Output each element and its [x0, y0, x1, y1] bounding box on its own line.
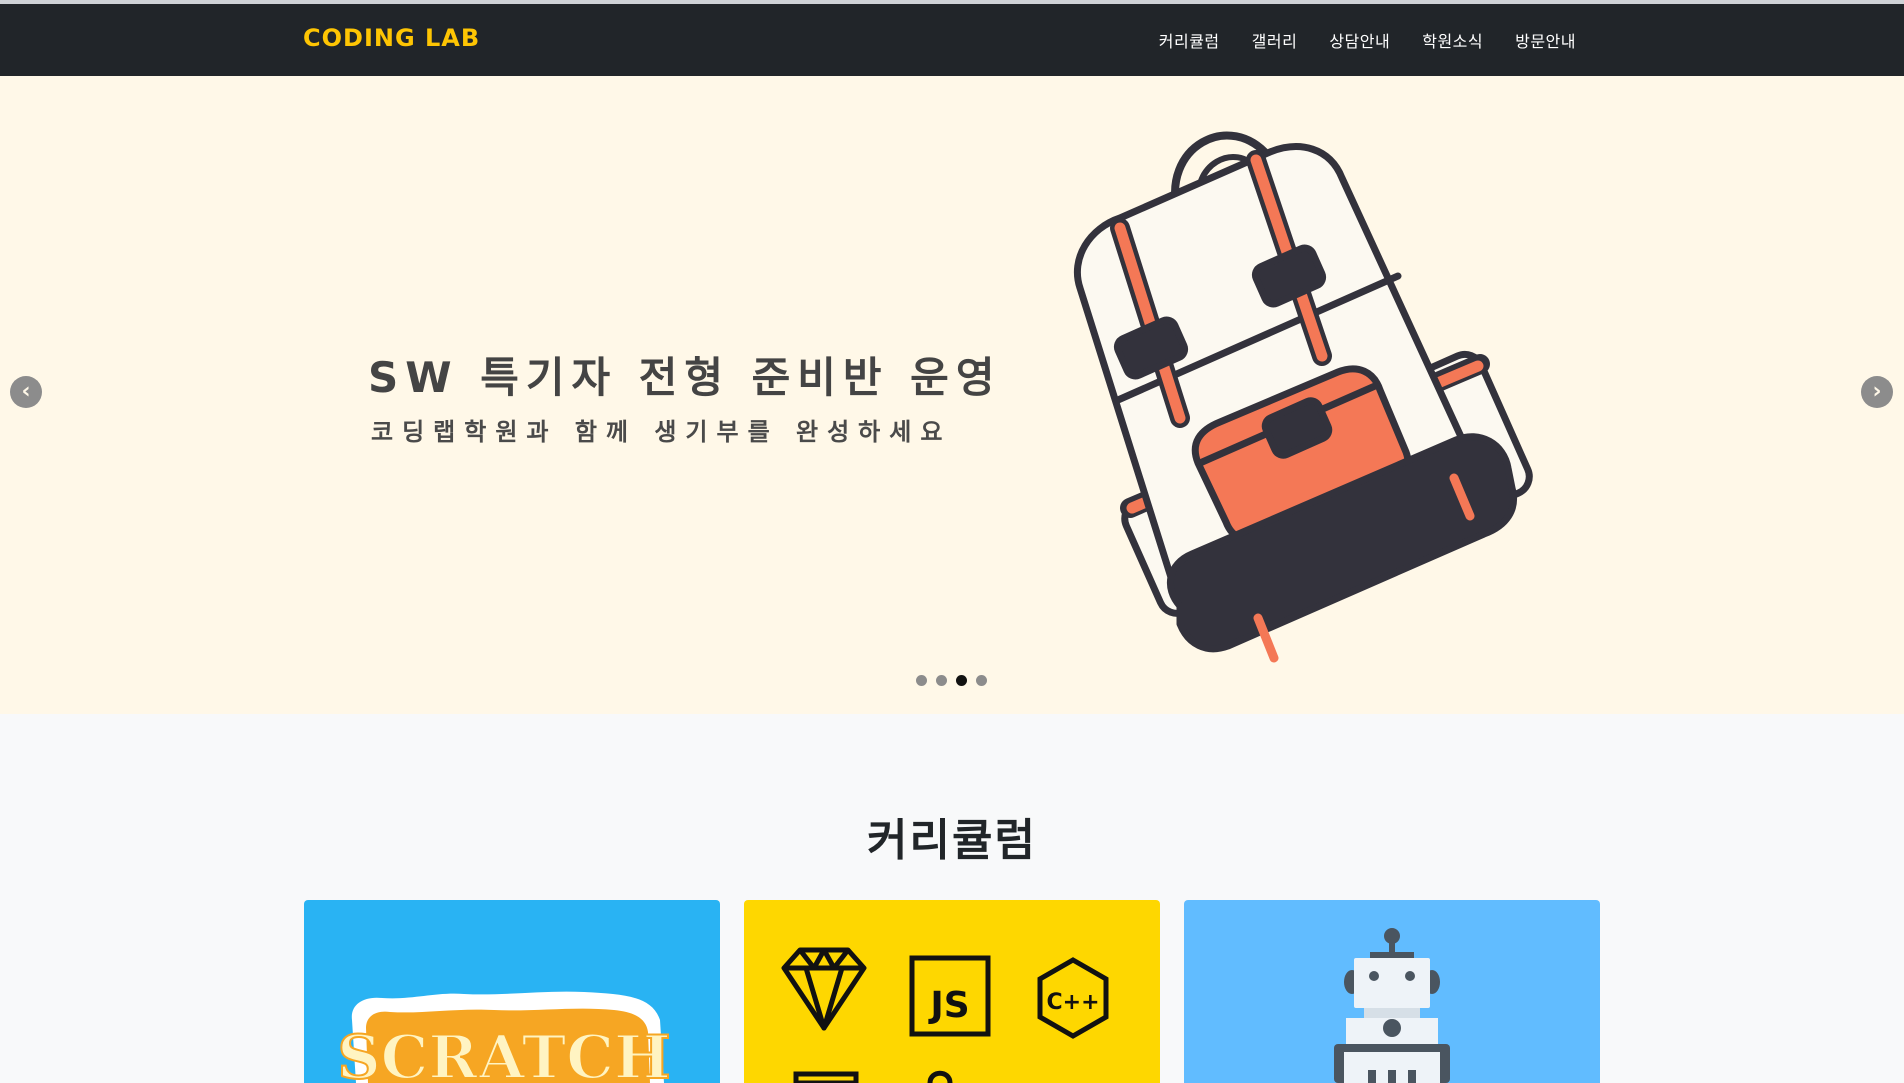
- nav-menu: 커리큘럼 갤러리 상담안내 학원소식 방문안내: [1143, 4, 1592, 76]
- carousel-dot-3[interactable]: [956, 675, 967, 686]
- scratch-logo: SCRATCH: [336, 991, 672, 1083]
- js-icon: JS: [909, 955, 991, 1037]
- nav-item-curriculum[interactable]: 커리큘럼: [1143, 28, 1236, 52]
- navbar: CODING LAB 커리큘럼 갤러리 상담안내 학원소식 방문안내: [0, 4, 1904, 76]
- curriculum-card-scratch[interactable]: SCRATCH: [304, 900, 720, 1083]
- chevron-left-icon: ‹: [21, 379, 31, 404]
- svg-text:SCRATCH: SCRATCH: [337, 1023, 670, 1083]
- carousel-dot-2[interactable]: [936, 675, 947, 686]
- nav-item-news[interactable]: 학원소식: [1406, 28, 1499, 52]
- nav-item-consulting[interactable]: 상담안내: [1313, 28, 1406, 52]
- chevron-right-icon: ›: [1872, 379, 1882, 404]
- carousel-indicators: [916, 675, 987, 686]
- hero-carousel: SW 특기자 전형 준비반 운영 코딩랩학원과 함께 생기부를 완성하세요 ‹ …: [0, 76, 1904, 714]
- cpp-icon: C++: [1037, 957, 1109, 1039]
- svg-text:JS: JS: [927, 985, 969, 1026]
- svg-text:C++: C++: [1046, 990, 1099, 1015]
- hero-title: SW 특기자 전형 준비반 운영: [368, 353, 1002, 402]
- curriculum-card-code[interactable]: JS C++: [744, 900, 1160, 1083]
- carousel-dot-1[interactable]: [916, 675, 927, 686]
- code-icons: JS C++: [781, 947, 1109, 1083]
- carousel-dot-4[interactable]: [976, 675, 987, 686]
- robot-icon: [1334, 928, 1450, 1083]
- diamond-icon: [781, 947, 867, 1031]
- nav-item-gallery[interactable]: 갤러리: [1236, 28, 1314, 52]
- backpack-illustration: [1073, 131, 1533, 663]
- nav-item-visit[interactable]: 방문안내: [1499, 28, 1592, 52]
- curriculum-card-robot[interactable]: [1184, 900, 1600, 1083]
- hero-subtitle: 코딩랩학원과 함께 생기부를 완성하세요: [371, 418, 952, 446]
- brand-logo[interactable]: CODING LAB: [303, 24, 480, 52]
- carousel-prev-button[interactable]: ‹: [10, 376, 42, 408]
- section-title-curriculum: 커리큘럼: [867, 815, 1037, 866]
- carousel-next-button[interactable]: ›: [1861, 376, 1893, 408]
